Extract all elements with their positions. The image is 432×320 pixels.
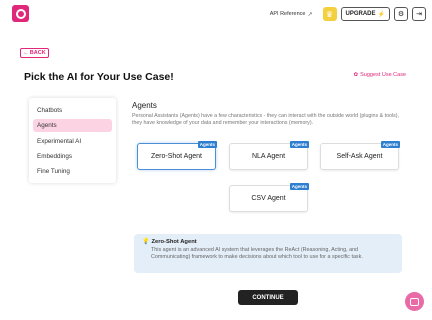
app-logo[interactable] — [12, 5, 29, 22]
suggest-use-case-link[interactable]: ✿ Suggest Use Case — [354, 72, 406, 78]
card-tag: Agents — [197, 141, 217, 148]
logout-icon: ⇥ — [416, 11, 422, 18]
chat-icon — [410, 297, 419, 306]
lightbulb-icon: 💡 — [142, 239, 150, 245]
back-button[interactable]: ← BACK — [20, 48, 49, 58]
info-text: This agent is an advanced AI system that… — [151, 247, 363, 260]
api-reference-label: API Reference — [269, 11, 306, 17]
card-zero-shot-agent[interactable]: Zero-Shot Agent Agents — [137, 141, 217, 170]
card-label: Self-Ask Agent — [336, 153, 383, 160]
back-label: BACK — [29, 50, 46, 56]
agent-info-box: 💡 Zero-Shot Agent This agent is an advan… — [134, 234, 402, 273]
sidebar-item-chatbots[interactable]: Chatbots — [33, 104, 112, 117]
page-title: Pick the AI for Your Use Case! — [24, 71, 174, 83]
card-tag: Agents — [380, 141, 400, 148]
external-link-icon: ↗ — [307, 11, 313, 18]
card-csv-agent[interactable]: CSV Agent Agents — [229, 183, 309, 212]
card-tag: Agents — [289, 183, 309, 190]
card-label: CSV Agent — [251, 195, 286, 202]
suggest-label: Suggest Use Case — [360, 72, 406, 78]
api-reference-link[interactable]: API Reference ↗ — [270, 11, 313, 18]
chat-button[interactable] — [405, 292, 424, 311]
logout-button[interactable]: ⇥ — [412, 7, 426, 21]
sidebar-item-experimental-ai[interactable]: Experimental AI — [33, 135, 112, 148]
info-title: Zero-Shot Agent — [151, 238, 197, 245]
sidebar-item-fine-tuning[interactable]: Fine Tuning — [33, 165, 112, 178]
card-self-ask-agent[interactable]: Self-Ask Agent Agents — [320, 141, 400, 170]
logo-mark — [15, 8, 26, 19]
card-nla-agent[interactable]: NLA Agent Agents — [229, 141, 309, 170]
section-title: Agents — [132, 101, 157, 110]
upgrade-label: UPGRADE — [345, 11, 376, 17]
sidebar-item-embeddings[interactable]: Embeddings — [33, 150, 112, 163]
section-description: Personal Assistants (Agents) have a few … — [132, 113, 400, 127]
crown-icon-button[interactable]: ♛ — [322, 7, 337, 21]
category-sidebar: Chatbots Agents Experimental AI Embeddin… — [29, 98, 116, 183]
top-toolbar: API Reference ↗ ♛ UPGRADE ⚡ ⚙ ⇥ — [270, 6, 426, 22]
settings-button[interactable]: ⚙ — [394, 7, 408, 21]
card-label: Zero-Shot Agent — [151, 153, 202, 160]
upgrade-button[interactable]: UPGRADE ⚡ — [340, 7, 390, 21]
card-label: NLA Agent — [251, 153, 286, 160]
lightning-icon: ⚡ — [377, 11, 385, 18]
card-tag: Agents — [289, 141, 309, 148]
back-arrow-icon: ← — [23, 50, 29, 56]
sidebar-item-agents[interactable]: Agents — [33, 119, 112, 133]
continue-button[interactable]: CONTINUE — [238, 290, 298, 305]
suggest-icon: ✿ — [353, 72, 359, 78]
info-title-row: 💡 Zero-Shot Agent — [142, 238, 394, 246]
gear-icon: ⚙ — [397, 11, 405, 18]
crown-icon: ♛ — [325, 9, 334, 19]
